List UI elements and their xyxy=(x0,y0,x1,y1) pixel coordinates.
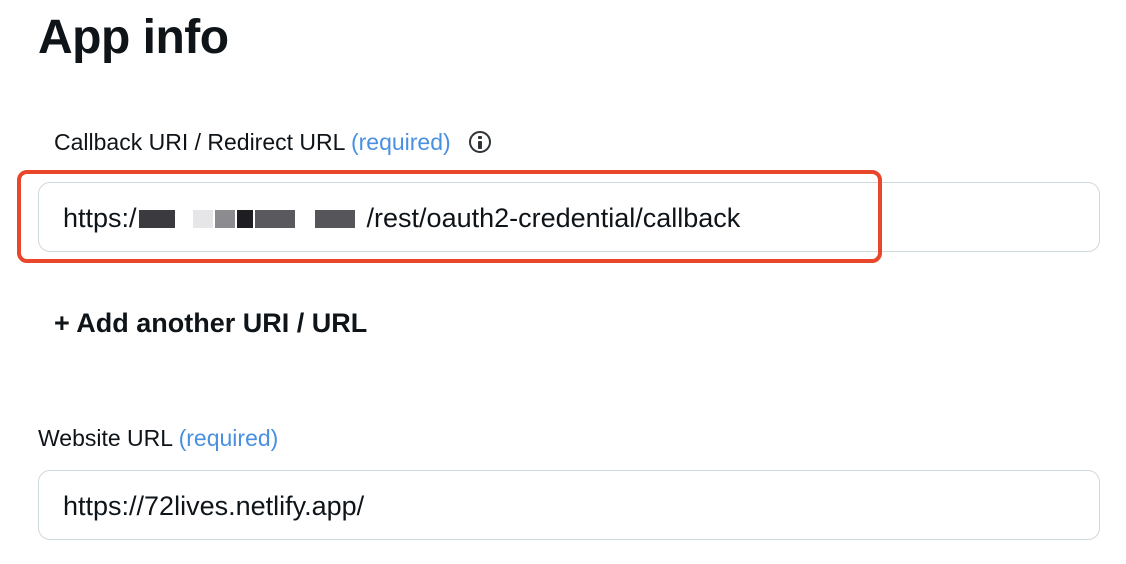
callback-url-label: Callback URI / Redirect URL xyxy=(54,129,345,155)
page-title: App info xyxy=(38,11,229,64)
website-url-input[interactable]: https://72lives.netlify.app/ xyxy=(38,470,1100,540)
website-required-tag: (required) xyxy=(178,425,279,451)
callback-url-label-row: Callback URI / Redirect URL (required) xyxy=(54,127,492,157)
callback-url-input[interactable]: https:/ /rest/oauth2-credential/callback xyxy=(38,182,1100,252)
website-url-label: Website URL xyxy=(38,425,173,451)
callback-url-value: https:/ /rest/oauth2-credential/callback xyxy=(63,202,740,234)
callback-url-prefix: https:/ xyxy=(63,203,137,233)
add-another-uri-button[interactable]: + Add another URI / URL xyxy=(54,306,367,340)
website-url-label-row: Website URL (required) xyxy=(38,423,278,453)
callback-url-suffix: /rest/oauth2-credential/callback xyxy=(366,203,741,233)
redacted-domain xyxy=(137,202,367,234)
info-circle-icon[interactable] xyxy=(469,131,492,153)
website-url-value: https://72lives.netlify.app/ xyxy=(63,491,365,521)
app-info-page: App info Callback URI / Redirect URL (re… xyxy=(0,0,1126,564)
callback-required-tag: (required) xyxy=(350,129,451,155)
